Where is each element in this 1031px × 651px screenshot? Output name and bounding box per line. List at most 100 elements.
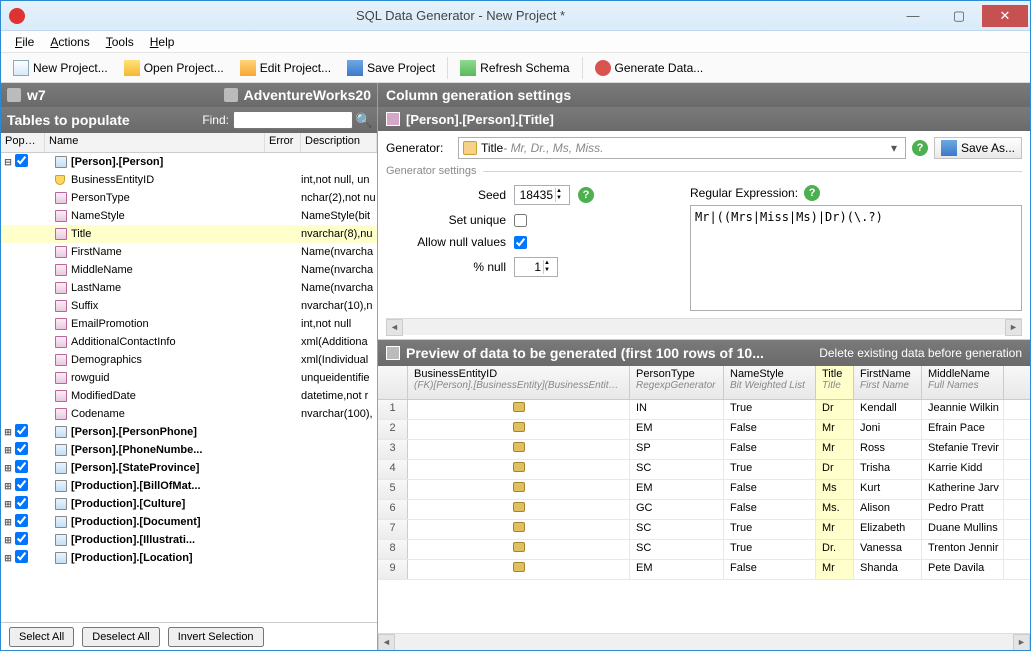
seed-input[interactable]: ▲▼ [514, 185, 570, 205]
expand-icon[interactable]: ⊞ [1, 481, 15, 492]
edit-project-button[interactable]: Edit Project... [234, 57, 337, 79]
grid-column-header[interactable]: BusinessEntityID(FK)[Person].[BusinessEn… [408, 366, 630, 399]
populate-checkbox[interactable] [15, 496, 28, 509]
populate-checkbox[interactable] [15, 442, 28, 455]
expand-icon[interactable]: ⊞ [1, 463, 15, 474]
grid-column-header[interactable]: TitleTitle [816, 366, 854, 399]
grid-row[interactable]: 5 EM False Ms Kurt Katherine Jarv [378, 480, 1030, 500]
horizontal-scrollbar[interactable]: ◄► [378, 633, 1030, 650]
select-all-button[interactable]: Select All [9, 627, 74, 647]
menu-help[interactable]: Help [144, 33, 181, 51]
table-name: [Production].[Location] [71, 552, 265, 564]
grid-column-header[interactable]: PersonTypeRegexpGenerator [630, 366, 724, 399]
preview-grid-body[interactable]: 1 IN True Dr Kendall Jeannie Wilkin2 EM … [378, 400, 1030, 633]
table-row[interactable]: ⊞ [Production].[Location] [1, 549, 377, 567]
pct-null-input[interactable]: ▲▼ [514, 257, 558, 277]
save-as-button[interactable]: Save As... [934, 137, 1022, 159]
help-icon[interactable]: ? [578, 187, 594, 203]
refresh-schema-button[interactable]: Refresh Schema [454, 57, 575, 79]
table-row[interactable]: ⊞ [Person].[PersonPhone] [1, 423, 377, 441]
column-row[interactable]: Title nvarchar(8),nu [1, 225, 377, 243]
column-row[interactable]: rowguid unqueidentifie [1, 369, 377, 387]
tables-tree[interactable]: ⊟ [Person].[Person] BusinessEntityID int… [1, 153, 377, 622]
table-row[interactable]: ⊞ [Production].[Illustrati... [1, 531, 377, 549]
grid-column-header[interactable]: FirstNameFirst Name [854, 366, 922, 399]
column-row[interactable]: FirstName Name(nvarcha [1, 243, 377, 261]
delete-existing-link[interactable]: Delete existing data before generation [819, 346, 1022, 360]
populate-checkbox[interactable] [15, 460, 28, 473]
generator-dropdown[interactable]: Title - Mr, Dr., Ms, Miss. ▾ [458, 137, 906, 159]
populate-checkbox[interactable] [15, 532, 28, 545]
column-row[interactable]: MiddleName Name(nvarcha [1, 261, 377, 279]
table-row[interactable]: ⊞ [Production].[Document] [1, 513, 377, 531]
column-row[interactable]: BusinessEntityID int,not null, un [1, 171, 377, 189]
grid-row[interactable]: 2 EM False Mr Joni Efrain Pace [378, 420, 1030, 440]
column-row[interactable]: Codename nvarchar(100), [1, 405, 377, 423]
col-populate[interactable]: Popul… [1, 133, 45, 152]
populate-checkbox[interactable] [15, 424, 28, 437]
cell-namestyle: True [724, 540, 816, 559]
table-row[interactable]: ⊞ [Production].[Culture] [1, 495, 377, 513]
table-row[interactable]: ⊞ [Person].[StateProvince] [1, 459, 377, 477]
generate-data-button[interactable]: Generate Data... [589, 57, 710, 79]
col-name[interactable]: Name [45, 133, 265, 152]
save-project-button[interactable]: Save Project [341, 57, 441, 79]
deselect-all-button[interactable]: Deselect All [82, 627, 159, 647]
expand-icon[interactable]: ⊞ [1, 535, 15, 546]
grid-row[interactable]: 3 SP False Mr Ross Stefanie Trevir [378, 440, 1030, 460]
expand-icon[interactable]: ⊞ [1, 499, 15, 510]
set-unique-checkbox[interactable] [514, 214, 527, 227]
col-description[interactable]: Description [301, 133, 377, 152]
column-row[interactable]: PersonType nchar(2),not nu [1, 189, 377, 207]
grid-column-header[interactable]: MiddleNameFull Names [922, 366, 1004, 399]
close-button[interactable]: ✕ [982, 5, 1028, 27]
populate-checkbox[interactable] [15, 550, 28, 563]
column-row[interactable]: EmailPromotion int,not null [1, 315, 377, 333]
grid-row[interactable]: 9 EM False Mr Shanda Pete Davila [378, 560, 1030, 580]
expand-icon[interactable]: ⊞ [1, 553, 15, 564]
expand-icon[interactable]: ⊞ [1, 427, 15, 438]
populate-checkbox[interactable] [15, 478, 28, 491]
grid-column-header[interactable]: NameStyleBit Weighted List [724, 366, 816, 399]
open-project-button[interactable]: Open Project... [118, 57, 230, 79]
col-error[interactable]: Error [265, 133, 301, 152]
table-row[interactable]: ⊞ [Production].[BillOfMat... [1, 477, 377, 495]
search-icon[interactable]: 🔍 [355, 112, 371, 129]
horizontal-scrollbar[interactable]: ◄► [386, 318, 1022, 335]
table-row[interactable]: ⊟ [Person].[Person] [1, 153, 377, 171]
grid-row[interactable]: 1 IN True Dr Kendall Jeannie Wilkin [378, 400, 1030, 420]
database-icon [224, 88, 238, 102]
column-row[interactable]: Demographics xml(Individual [1, 351, 377, 369]
minimize-button[interactable]: — [890, 5, 936, 27]
grid-row[interactable]: 6 GC False Ms. Alison Pedro Pratt [378, 500, 1030, 520]
column-row[interactable]: Suffix nvarchar(10),n [1, 297, 377, 315]
column-type: Name(nvarcha [301, 246, 377, 258]
expand-icon[interactable]: ⊞ [1, 517, 15, 528]
menu-file[interactable]: File [9, 33, 40, 51]
invert-selection-button[interactable]: Invert Selection [168, 627, 264, 647]
column-row[interactable]: LastName Name(nvarcha [1, 279, 377, 297]
column-row[interactable]: ModifiedDate datetime,not r [1, 387, 377, 405]
column-name: NameStyle [71, 210, 265, 222]
cell-title: Mr [816, 440, 854, 459]
grid-row[interactable]: 4 SC True Dr Trisha Karrie Kidd [378, 460, 1030, 480]
collapse-icon[interactable]: ⊟ [1, 157, 15, 168]
populate-checkbox[interactable] [15, 514, 28, 527]
help-icon[interactable]: ? [912, 140, 928, 156]
grid-row[interactable]: 8 SC True Dr. Vanessa Trenton Jennir [378, 540, 1030, 560]
find-input[interactable] [233, 111, 353, 129]
grid-row[interactable]: 7 SC True Mr Elizabeth Duane Mullins [378, 520, 1030, 540]
column-row[interactable]: NameStyle NameStyle(bit [1, 207, 377, 225]
allow-null-checkbox[interactable] [514, 236, 527, 249]
populate-checkbox[interactable] [15, 154, 28, 167]
help-icon[interactable]: ? [804, 185, 820, 201]
menu-actions[interactable]: Actions [44, 33, 95, 51]
menu-tools[interactable]: Tools [100, 33, 140, 51]
regex-textarea[interactable]: Mr|((Mrs|Miss|Ms)|Dr)(\.?) [690, 205, 1022, 311]
expand-icon[interactable]: ⊞ [1, 445, 15, 456]
cell-middlename: Trenton Jennir [922, 540, 1004, 559]
maximize-button[interactable]: ▢ [936, 5, 982, 27]
column-row[interactable]: AdditionalContactInfo xml(Additiona [1, 333, 377, 351]
new-project-button[interactable]: New Project... [7, 57, 114, 79]
table-row[interactable]: ⊞ [Person].[PhoneNumbe... [1, 441, 377, 459]
